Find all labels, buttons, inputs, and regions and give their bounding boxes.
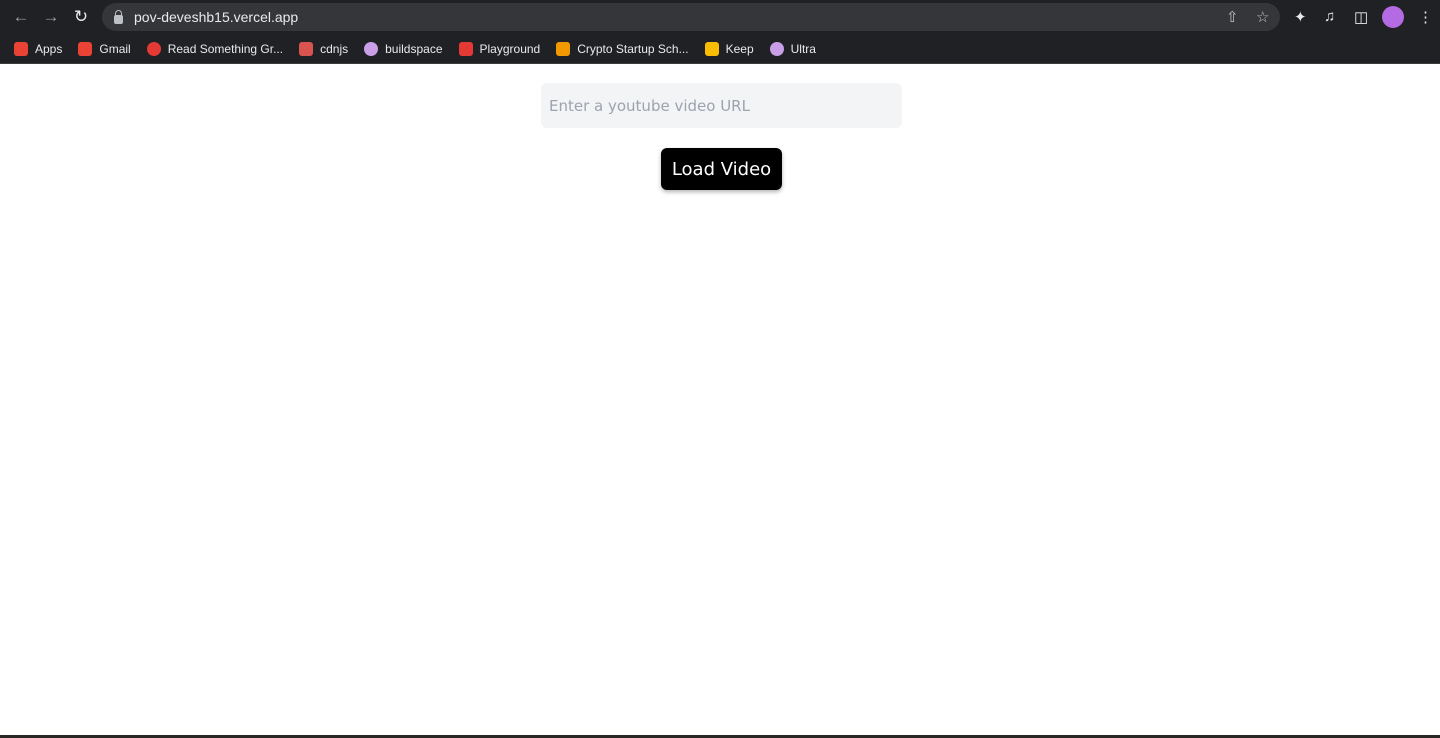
load-video-button[interactable]: Load Video: [661, 148, 782, 190]
bookmark-read-something-gr[interactable]: Read Something Gr...: [146, 41, 284, 56]
bookmark-label: Gmail: [99, 41, 131, 56]
ultra-icon: [769, 41, 784, 56]
side-panel-icon[interactable]: ◫: [1354, 8, 1368, 26]
menu-icon[interactable]: ⋮: [1418, 8, 1433, 26]
unicorn-icon: [364, 41, 379, 56]
bookmark-gmail[interactable]: Gmail: [78, 41, 131, 56]
extensions-icon[interactable]: ✦: [1294, 8, 1307, 26]
bookmark-label: buildspace: [385, 41, 443, 56]
bookmarks-bar: Apps Gmail Read Something Gr... cdnjs builds…: [0, 34, 1440, 64]
keep-icon: [704, 41, 719, 56]
media-control-icon[interactable]: ♫: [1324, 8, 1335, 25]
share-icon[interactable]: ⇧: [1226, 8, 1239, 26]
bookmark-ultra[interactable]: Ultra: [769, 41, 816, 56]
bookmark-playground[interactable]: Playground: [458, 41, 541, 56]
back-icon[interactable]: ←: [6, 7, 36, 27]
gmail-icon: [78, 41, 93, 56]
bookmark-apps[interactable]: Apps: [14, 41, 63, 56]
url-text[interactable]: pov-deveshb15.vercel.app: [134, 9, 298, 25]
youtube-url-input[interactable]: [541, 83, 902, 128]
reload-icon[interactable]: ↻: [66, 7, 96, 27]
bookmark-label: Keep: [725, 41, 754, 56]
address-bar[interactable]: pov-deveshb15.vercel.app ⇧ ☆: [102, 3, 1280, 31]
bookmark-label: Apps: [35, 41, 63, 56]
read-something-icon: [146, 41, 161, 56]
bookmark-keep[interactable]: Keep: [704, 41, 754, 56]
forward-icon[interactable]: →: [36, 7, 66, 27]
star-icon[interactable]: ☆: [1256, 8, 1269, 26]
bookmark-label: cdnjs: [320, 41, 349, 56]
lock-icon: [114, 9, 123, 24]
apps-grid-icon: [14, 41, 28, 56]
bookmark-label: Playground: [479, 41, 541, 56]
bookmark-label: Crypto Startup Sch...: [577, 41, 689, 56]
profile-avatar[interactable]: [1382, 6, 1404, 28]
bookmark-cdnjs[interactable]: cdnjs: [299, 41, 349, 56]
bookmark-buildspace[interactable]: buildspace: [364, 41, 443, 56]
bookmark-label: Read Something Gr...: [167, 41, 284, 56]
crypto-startup-icon: [556, 41, 571, 56]
bookmark-crypto-startup-sch[interactable]: Crypto Startup Sch...: [556, 41, 689, 56]
bookmark-label: Ultra: [790, 41, 816, 56]
browser-toolbar: ← → ↻ pov-deveshb15.vercel.app ⇧ ☆ ✦ ♫ ◫…: [0, 0, 1440, 34]
code-icon: [299, 41, 314, 56]
playground-icon: [458, 41, 473, 56]
